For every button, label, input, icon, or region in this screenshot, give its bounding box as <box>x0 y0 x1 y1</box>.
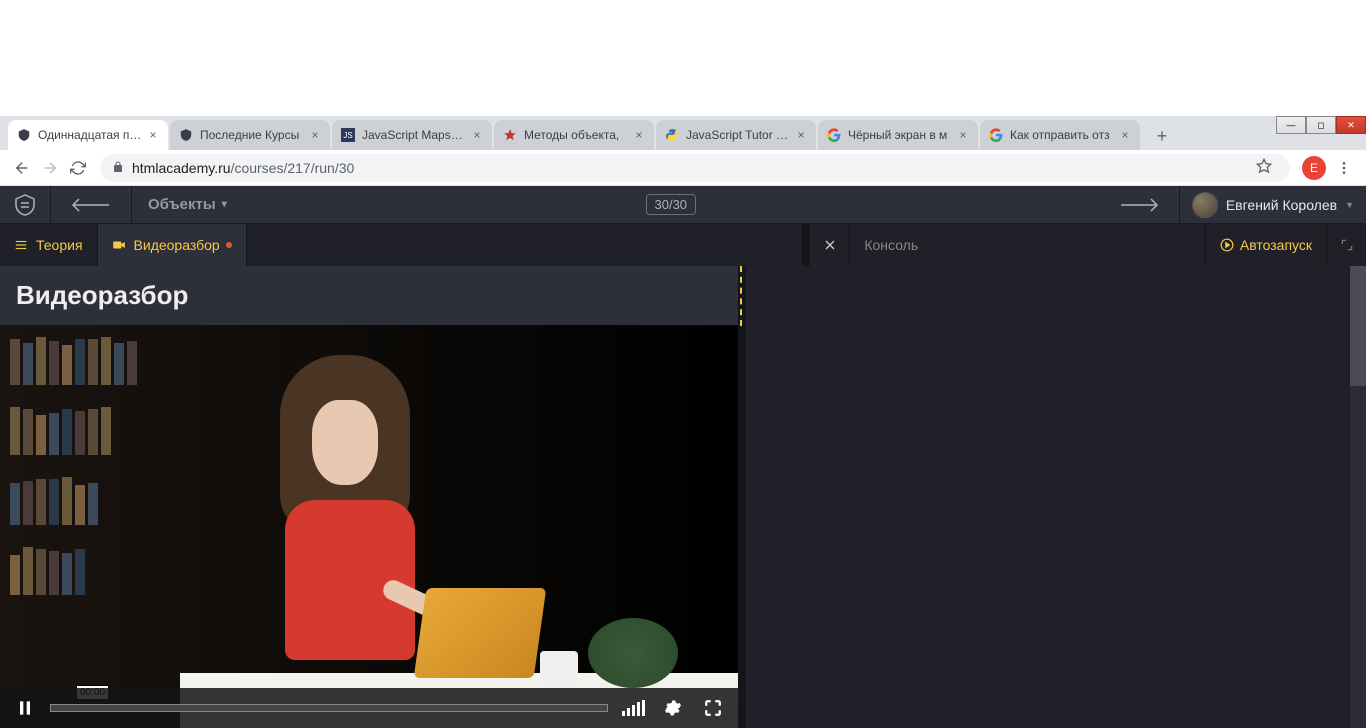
video-progress-bar[interactable] <box>50 704 608 712</box>
play-circle-icon <box>1220 238 1234 252</box>
app-logo[interactable] <box>0 193 50 217</box>
nav-forward-button[interactable] <box>36 154 64 182</box>
console-pane <box>746 266 1366 728</box>
tab-title: Как отправить отз <box>1010 128 1114 142</box>
tab-title: Последние Курсы <box>200 128 304 142</box>
browser-tab[interactable]: JavaScript Tutor - V × <box>656 120 816 150</box>
video-player[interactable]: 00:00 <box>0 325 738 728</box>
autorun-label: Автозапуск <box>1240 237 1312 253</box>
tab-title: Чёрный экран в м <box>848 128 952 142</box>
tab-close-button[interactable]: × <box>794 128 808 142</box>
favicon-icon <box>16 127 32 143</box>
chevron-down-icon: ▾ <box>222 199 227 210</box>
close-pane-button[interactable] <box>810 224 850 266</box>
app-header: Объекты ▾ 30/30 Евгений Королев ▼ <box>0 186 1366 224</box>
browser-menu-button[interactable] <box>1330 154 1358 182</box>
browser-tab[interactable]: Одиннадцатая про × <box>8 120 168 150</box>
new-tab-button[interactable]: + <box>1148 122 1176 150</box>
nav-back-button[interactable] <box>8 154 36 182</box>
tab-close-button[interactable]: × <box>956 128 970 142</box>
list-icon <box>14 238 28 252</box>
nav-reload-button[interactable] <box>64 154 92 182</box>
browser-tab[interactable]: Последние Курсы × <box>170 120 330 150</box>
expand-pane-button[interactable] <box>1326 224 1366 266</box>
bookmark-star-icon[interactable] <box>1250 158 1278 177</box>
tab-close-button[interactable]: × <box>308 128 322 142</box>
video-frame <box>0 325 738 728</box>
avatar <box>1192 192 1218 218</box>
favicon-icon <box>988 127 1004 143</box>
app-tabs-row: Теория Видеоразбор Консоль Автозапуск <box>0 224 1366 266</box>
window-controls: — ◻ ✕ <box>1276 116 1366 134</box>
scrollbar[interactable] <box>1350 266 1366 728</box>
user-menu[interactable]: Евгений Королев ▼ <box>1179 186 1366 223</box>
course-dropdown[interactable]: Объекты ▾ <box>132 196 243 213</box>
browser-tab-strip: Одиннадцатая про × Последние Курсы × JS JavaS… <box>0 116 1366 150</box>
lock-icon <box>112 160 124 176</box>
address-bar[interactable]: htmlacademy.ru/courses/217/run/30 <box>100 154 1290 182</box>
url-path: /courses/217/run/30 <box>231 160 355 176</box>
next-lesson-button[interactable] <box>1099 198 1179 212</box>
main-split: Видеоразбор 00: <box>0 266 1366 728</box>
blank-region <box>0 0 1366 116</box>
favicon-icon <box>826 127 842 143</box>
page-title: Видеоразбор <box>0 266 738 325</box>
browser-tab[interactable]: Чёрный экран в м × <box>818 120 978 150</box>
favicon-icon <box>502 127 518 143</box>
tab-close-button[interactable]: × <box>632 128 646 142</box>
left-pane: Видеоразбор 00: <box>0 266 738 728</box>
prev-lesson-button[interactable] <box>51 198 131 212</box>
tab-console[interactable]: Консоль <box>850 224 1205 266</box>
pause-button[interactable] <box>8 691 42 725</box>
volume-bars-icon <box>622 700 645 716</box>
tab-theory[interactable]: Теория <box>0 224 98 266</box>
favicon-icon <box>664 127 680 143</box>
tab-console-label: Консоль <box>864 237 918 253</box>
tab-video[interactable]: Видеоразбор <box>98 224 247 266</box>
url-host: htmlacademy.ru <box>132 160 231 176</box>
notification-dot <box>226 242 232 248</box>
tab-title: JavaScript Maps vs <box>362 128 466 142</box>
user-name-label: Евгений Королев <box>1226 197 1337 213</box>
chevron-down-icon: ▼ <box>1345 200 1354 210</box>
video-icon <box>112 238 126 252</box>
profile-button[interactable]: E <box>1302 156 1326 180</box>
tab-close-button[interactable]: × <box>146 128 160 142</box>
browser-tab[interactable]: Как отправить отз × <box>980 120 1140 150</box>
window-maximize-button[interactable]: ◻ <box>1306 116 1336 134</box>
tab-theory-label: Теория <box>36 237 83 253</box>
progress-badge: 30/30 <box>646 194 697 215</box>
tab-close-button[interactable]: × <box>1118 128 1132 142</box>
autorun-toggle[interactable]: Автозапуск <box>1205 224 1326 266</box>
window-minimize-button[interactable]: — <box>1276 116 1306 134</box>
tab-title: JavaScript Tutor - V <box>686 128 790 142</box>
scrollbar-thumb[interactable] <box>1350 266 1366 386</box>
browser-toolbar: htmlacademy.ru/courses/217/run/30 E <box>0 150 1366 186</box>
favicon-icon: JS <box>340 127 356 143</box>
browser-tab[interactable]: JS JavaScript Maps vs × <box>332 120 492 150</box>
volume-button[interactable] <box>616 691 650 725</box>
tab-close-button[interactable]: × <box>470 128 484 142</box>
course-name-label: Объекты <box>148 196 216 213</box>
pane-splitter[interactable] <box>738 266 746 728</box>
fullscreen-button[interactable] <box>696 691 730 725</box>
settings-button[interactable] <box>656 691 690 725</box>
video-controls <box>0 688 738 728</box>
favicon-icon <box>178 127 194 143</box>
tab-video-label: Видеоразбор <box>134 237 220 253</box>
browser-tab[interactable]: Методы объекта, × <box>494 120 654 150</box>
tab-title: Методы объекта, <box>524 128 628 142</box>
window-close-button[interactable]: ✕ <box>1336 116 1366 134</box>
tab-title: Одиннадцатая про <box>38 128 142 142</box>
